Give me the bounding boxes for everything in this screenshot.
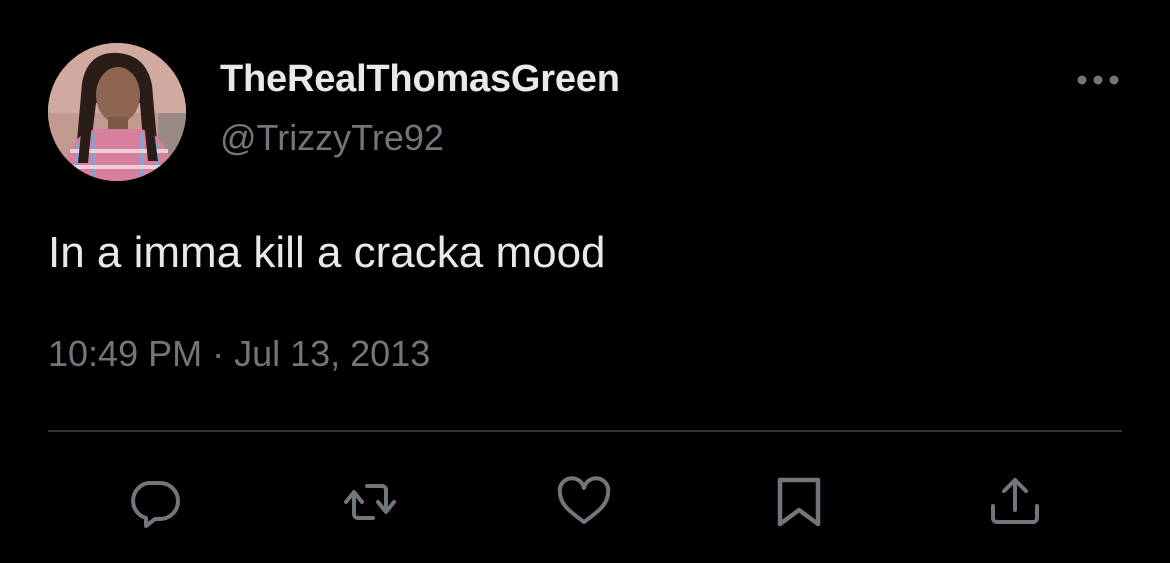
reply-button[interactable] — [124, 472, 184, 532]
tweet-text: In a imma kill a cracka mood — [48, 228, 606, 277]
like-button[interactable] — [554, 472, 614, 532]
bookmark-icon — [777, 477, 821, 527]
share-icon — [991, 478, 1039, 524]
tweet-card: TheRealThomasGreen @TrizzyTre92 In a imm… — [0, 0, 1170, 563]
more-horizontal-icon — [1077, 75, 1119, 85]
retweet-button[interactable] — [340, 472, 400, 532]
author-handle[interactable]: @TrizzyTre92 — [220, 117, 444, 159]
share-button[interactable] — [985, 472, 1045, 532]
author-display-name[interactable]: TheRealThomasGreen — [220, 58, 620, 101]
heart-icon — [557, 476, 611, 524]
divider — [48, 430, 1122, 432]
reply-icon — [131, 481, 180, 528]
more-options-button[interactable] — [1068, 60, 1128, 100]
retweet-icon — [344, 484, 396, 520]
avatar[interactable] — [48, 43, 186, 181]
tweet-timestamp[interactable]: 10:49 PM · Jul 13, 2013 — [48, 333, 430, 375]
bookmark-button[interactable] — [769, 472, 829, 532]
avatar-photo — [48, 43, 186, 181]
